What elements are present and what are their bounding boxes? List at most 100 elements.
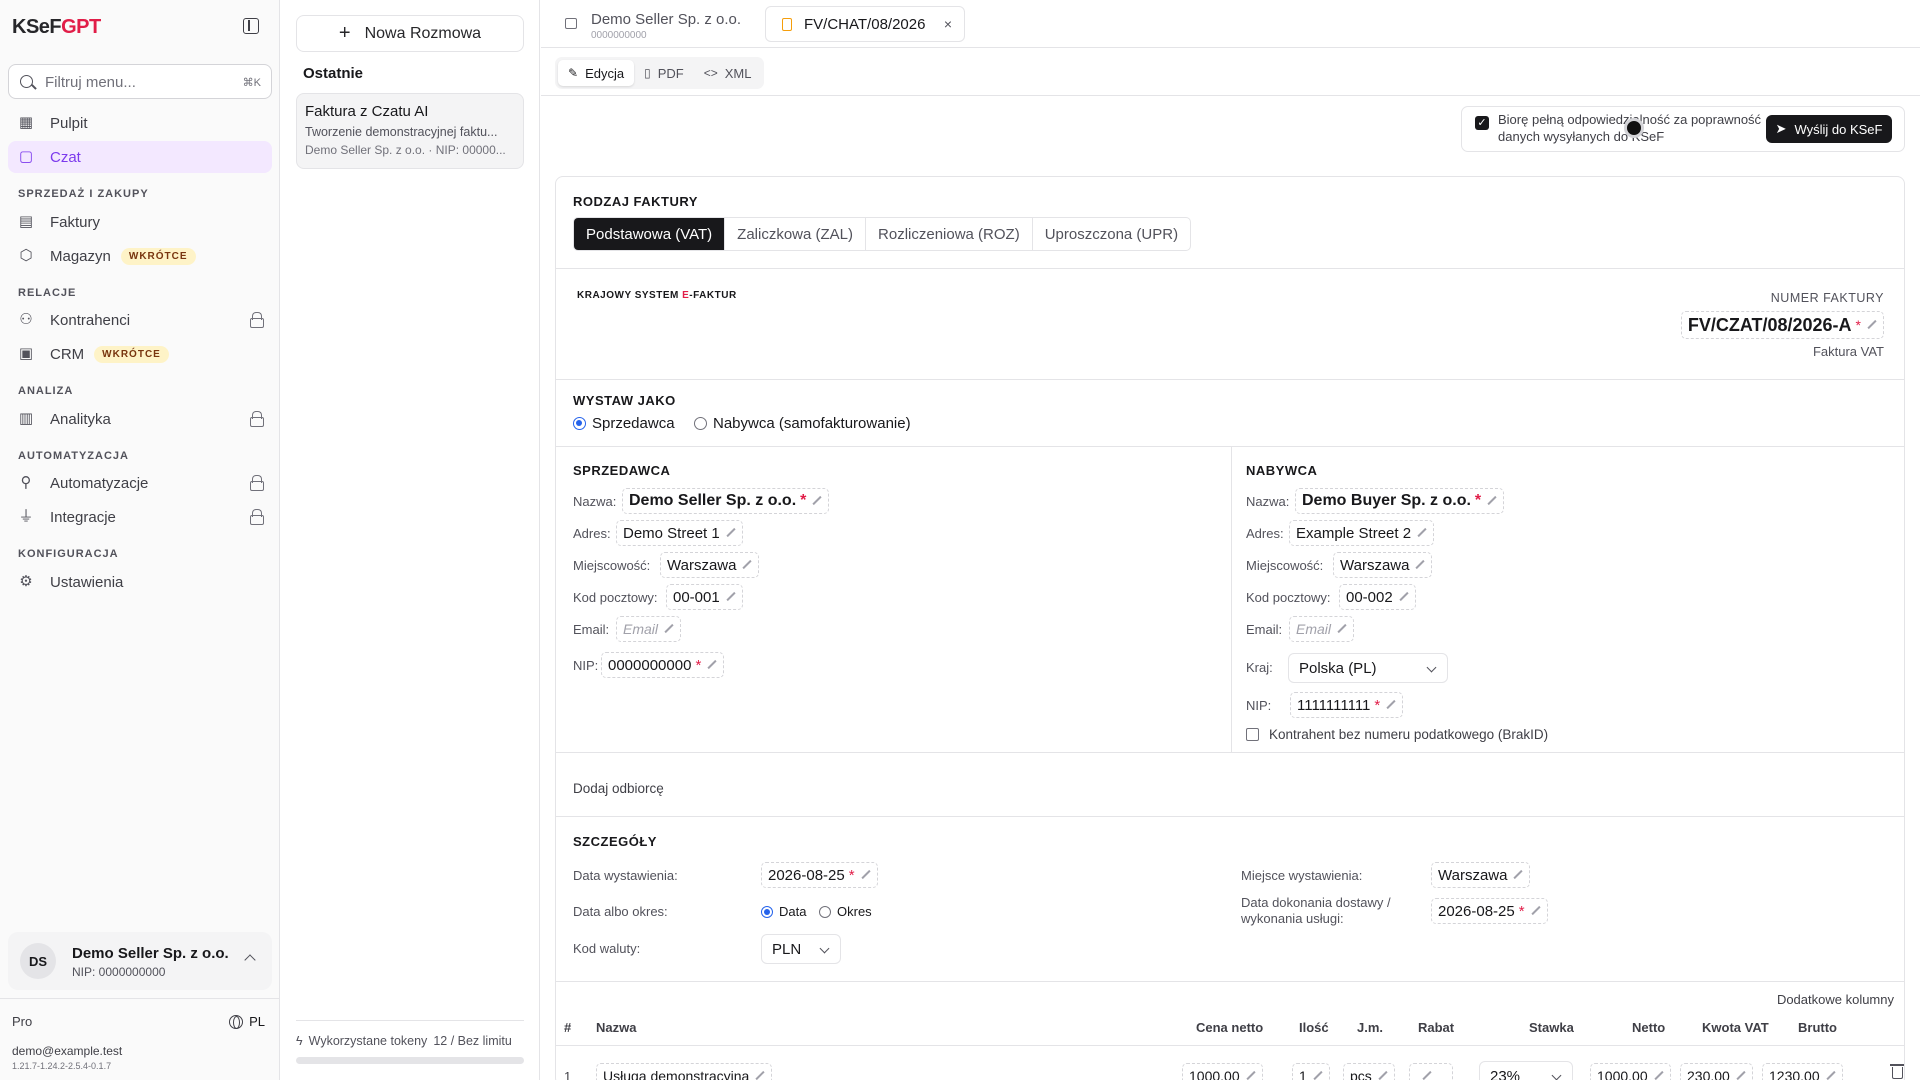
menu-filter-input[interactable]: Filtruj menu... ⌘K (8, 64, 272, 99)
buyer-nip-field[interactable]: 1111111111 * (1290, 692, 1404, 718)
pencil-icon (1422, 1071, 1432, 1080)
type-roz[interactable]: Rozliczeniowa (ROZ) (866, 218, 1033, 250)
buyer-email-field[interactable]: Email (1289, 616, 1355, 642)
buyer-country-select[interactable]: Polska (PL) (1288, 653, 1448, 683)
currency-select[interactable]: PLN (761, 934, 841, 964)
conversation-item[interactable]: Faktura z Czatu AI Tworzenie demonstracy… (296, 93, 524, 169)
sidebar-item-kontrahenci[interactable]: ⚇ Kontrahenci (8, 304, 272, 336)
date-mode-radio[interactable]: Data (761, 904, 806, 919)
issue-place-field[interactable]: Warszawa (1431, 862, 1531, 888)
col-header-discount: Rabat (1418, 1020, 1455, 1035)
buyer-zip-field[interactable]: 00-002 (1339, 584, 1416, 610)
dashboard-icon: ▦ (18, 114, 34, 131)
language-switcher[interactable]: PL (229, 1014, 265, 1029)
type-vat[interactable]: Podstawowa (VAT) (574, 218, 726, 250)
invoice-number-field[interactable]: FV/CZAT/08/2026-A * (1680, 311, 1884, 339)
pencil-icon (1531, 906, 1541, 916)
sidebar-item-czat[interactable]: ▢ Czat (8, 141, 272, 173)
app-version: 1.21.7-1.24.2-2.5.4-0.1.7 (12, 1061, 112, 1071)
seller-title: SPRZEDAWCA (573, 463, 671, 478)
token-usage-bar (296, 1057, 524, 1064)
divider (296, 1020, 524, 1021)
pencil-icon (1487, 496, 1497, 506)
pencil-icon (1386, 700, 1396, 710)
pencil-icon: ✎ (568, 66, 579, 80)
sidebar-item-faktury[interactable]: ▤ Faktury (8, 206, 272, 238)
send-to-ksef-button[interactable]: ➤ Wyślij do KSeF (1766, 115, 1892, 143)
lock-icon (250, 509, 264, 525)
item-gross-field[interactable]: 1230.00 (1762, 1063, 1843, 1080)
item-name-field[interactable]: Usługa demonstracyjna (596, 1063, 773, 1080)
seller-email-field[interactable]: Email (616, 616, 682, 642)
divider (0, 998, 280, 999)
pencil-icon (1826, 1071, 1836, 1080)
seller-zip-field[interactable]: 00-001 (666, 584, 743, 610)
sidebar-item-pulpit[interactable]: ▦ Pulpit (8, 107, 272, 139)
col-header-net: Netto (1632, 1020, 1666, 1035)
add-recipient-link[interactable]: Dodaj odbiorcę (573, 781, 664, 796)
buyer-title: NABYWCA (1246, 463, 1318, 478)
issue-date-field[interactable]: 2026-08-25 * (761, 862, 878, 888)
document-tabs: Demo Seller Sp. z o.o. 0000000000 FV/CHA… (541, 0, 1920, 48)
item-net-field[interactable]: 1000.00 (1590, 1063, 1671, 1080)
divider (556, 816, 1904, 817)
sidebar-item-analityka[interactable]: ▥ Analityka (8, 403, 272, 435)
workflow-icon: ⚲ (20, 474, 32, 491)
issue-as-seller-radio[interactable]: Sprzedawca (573, 415, 675, 432)
col-header-gross: Brutto (1798, 1020, 1837, 1035)
delivery-date-field[interactable]: 2026-08-25 * (1431, 898, 1548, 924)
period-mode-radio[interactable]: Okres (819, 904, 872, 919)
buyer-name-field[interactable]: Demo Buyer Sp. z o.o. * (1295, 488, 1505, 514)
sidebar-item-crm[interactable]: ▣ CRM WKRÓTCE (8, 338, 272, 370)
pencil-icon (1246, 1071, 1256, 1080)
sidebar: KSeFGPT Filtruj menu... ⌘K ▦ Pulpit ▢ Cz… (0, 0, 280, 1080)
type-zal[interactable]: Zaliczkowa (ZAL) (725, 218, 867, 250)
main-content: Demo Seller Sp. z o.o. 0000000000 FV/CHA… (541, 0, 1920, 1080)
tab-pdf[interactable]: ▯ PDF (634, 60, 694, 86)
seller-city-field[interactable]: Warszawa (660, 552, 760, 578)
user-account-switcher[interactable]: DS Demo Seller Sp. z o.o. NIP: 000000000… (8, 932, 272, 990)
buyer-address-field[interactable]: Example Street 2 (1289, 520, 1435, 546)
item-discount-field[interactable] (1409, 1063, 1453, 1080)
seller-name-field[interactable]: Demo Seller Sp. z o.o. * (622, 488, 830, 514)
radio-icon (694, 417, 707, 430)
seller-address-field[interactable]: Demo Street 1 (616, 520, 743, 546)
invoice-type-selector: Podstawowa (VAT) Zaliczkowa (ZAL) Rozlic… (573, 217, 1192, 251)
item-unit-field[interactable]: pcs (1343, 1063, 1395, 1080)
sidebar-item-automatyzacje[interactable]: ⚲ Automatyzacje (8, 467, 272, 499)
plan-label: Pro (12, 1014, 33, 1029)
no-tax-id-checkbox[interactable]: Kontrahent bez numeru podatkowego (BrakI… (1246, 727, 1548, 742)
extra-columns-button[interactable]: Dodatkowe kolumny (1777, 992, 1894, 1007)
sidebar-item-magazyn[interactable]: ⬡ Magazyn WKRÓTCE (8, 240, 272, 272)
app-logo[interactable]: KSeFGPT (12, 16, 101, 39)
pencil-icon (726, 528, 736, 538)
divider (556, 1045, 1904, 1046)
token-usage: ϟ Wykorzystane tokeny 12 / Bez limitu (296, 1034, 512, 1048)
tab-xml[interactable]: <> XML (694, 60, 762, 86)
buyer-city-field[interactable]: Warszawa (1333, 552, 1433, 578)
tab-edit[interactable]: ✎ Edycja (558, 60, 635, 86)
item-qty-field[interactable]: 1 (1292, 1063, 1330, 1080)
section-title-relations: RELACJE (18, 287, 77, 299)
box-icon: ⬡ (19, 247, 33, 264)
seller-nip-field[interactable]: 0000000000 * (601, 652, 725, 678)
item-rate-select[interactable]: 23% (1479, 1061, 1573, 1080)
sidebar-item-integracje[interactable]: ⏚ Integracje (8, 501, 272, 533)
trash-icon[interactable] (1890, 1064, 1904, 1079)
col-header-unit: J.m. (1357, 1020, 1384, 1035)
item-price-field[interactable]: 1000.00 (1182, 1063, 1263, 1080)
sidebar-collapse-icon[interactable] (243, 18, 259, 34)
item-vat-field[interactable]: 230.00 (1680, 1063, 1753, 1080)
section-title-sales: SPRZEDAŻ I ZAKUPY (18, 188, 149, 200)
close-icon[interactable]: × (944, 16, 952, 32)
type-upr[interactable]: Uproszczona (UPR) (1033, 218, 1190, 250)
responsibility-checkbox[interactable]: ✓ (1475, 116, 1489, 130)
pencil-icon (755, 1071, 765, 1080)
issue-as-buyer-radio[interactable]: Nabywca (samofakturowanie) (694, 415, 911, 432)
divider (556, 268, 1904, 269)
invoice-kind: Faktura VAT (1812, 344, 1884, 359)
new-chat-button[interactable]: + Nowa Rozmowa (296, 15, 524, 52)
sidebar-item-ustawienia[interactable]: ⚙ Ustawienia (8, 566, 272, 598)
tab-invoice[interactable]: FV/CHAT/08/2026 × (765, 6, 965, 42)
col-header-qty: Ilość (1299, 1020, 1329, 1035)
